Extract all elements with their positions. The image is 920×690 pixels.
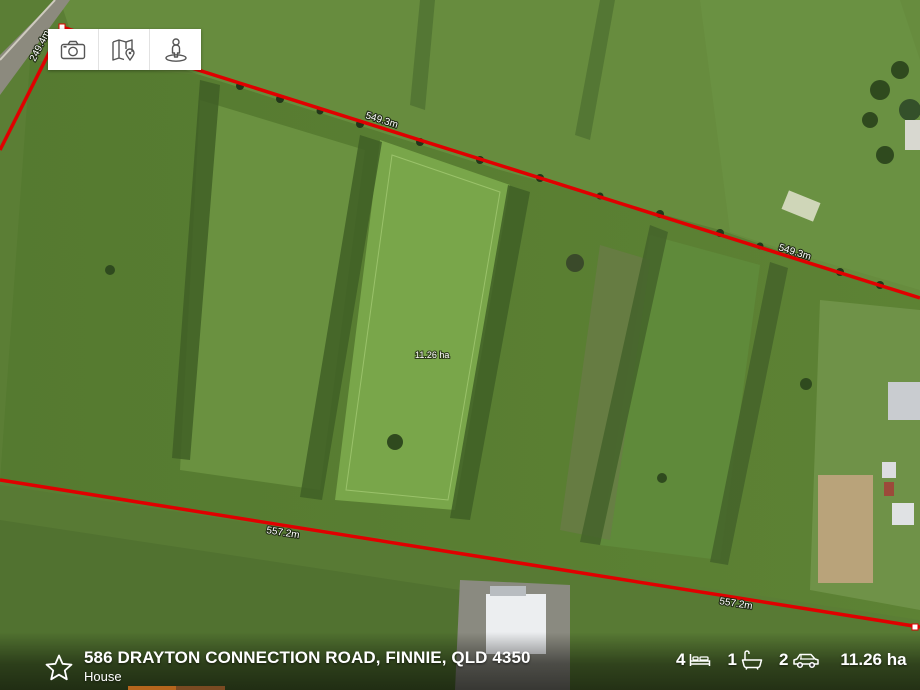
map-view-button[interactable] xyxy=(99,29,150,70)
map-toolbar xyxy=(48,29,201,70)
carousel-strip-fill xyxy=(128,686,176,690)
tree xyxy=(870,80,890,100)
property-type: House xyxy=(84,669,122,684)
tree xyxy=(876,146,894,164)
map-viewport[interactable]: 549.3m 549.3m 249.4m 557.2m 557.2m 11.26… xyxy=(0,0,920,690)
bathrooms-count: 1 xyxy=(727,650,737,669)
bedrooms-feature: 4 xyxy=(676,650,711,670)
favourite-star-icon[interactable] xyxy=(44,653,74,683)
building xyxy=(892,503,914,525)
building xyxy=(884,482,894,496)
bathrooms-feature: 1 xyxy=(727,650,763,670)
bed-icon xyxy=(690,654,711,666)
listing-address[interactable]: 586 DRAYTON CONNECTION ROAD, FINNIE, QLD… xyxy=(84,648,531,668)
tree xyxy=(800,378,812,390)
camera-icon xyxy=(60,40,86,59)
area-label: 11.26 ha xyxy=(415,350,449,360)
listing-features: 4 1 2 11.26 ha xyxy=(676,648,907,672)
car-spaces-count: 2 xyxy=(778,650,789,669)
car-spaces-feature: 2 xyxy=(779,650,820,670)
tree xyxy=(657,473,667,483)
tree xyxy=(387,434,403,450)
street-view-icon xyxy=(164,37,187,62)
boundary-corner-marker xyxy=(911,623,919,631)
bath-icon xyxy=(741,650,763,670)
aerial-map[interactable]: 549.3m 549.3m 249.4m 557.2m 557.2m 11.26… xyxy=(0,0,920,690)
dirt-patch xyxy=(818,475,873,583)
listing-info-bar: 586 DRAYTON CONNECTION ROAD, FINNIE, QLD… xyxy=(0,632,920,690)
shed-ne xyxy=(905,120,920,150)
tree xyxy=(891,61,909,79)
car-icon xyxy=(793,653,820,669)
tree xyxy=(862,112,878,128)
carousel-strip xyxy=(128,686,225,690)
silos xyxy=(490,586,526,596)
tree xyxy=(899,99,920,121)
house-roof xyxy=(888,382,920,420)
street-view-button[interactable] xyxy=(150,29,201,70)
tree xyxy=(566,254,584,272)
land-size: 11.26 ha xyxy=(840,650,907,669)
tree xyxy=(105,265,115,275)
photos-button[interactable] xyxy=(48,29,99,70)
map-icon xyxy=(112,38,135,61)
bedrooms-count: 4 xyxy=(676,650,686,669)
building xyxy=(882,462,896,478)
